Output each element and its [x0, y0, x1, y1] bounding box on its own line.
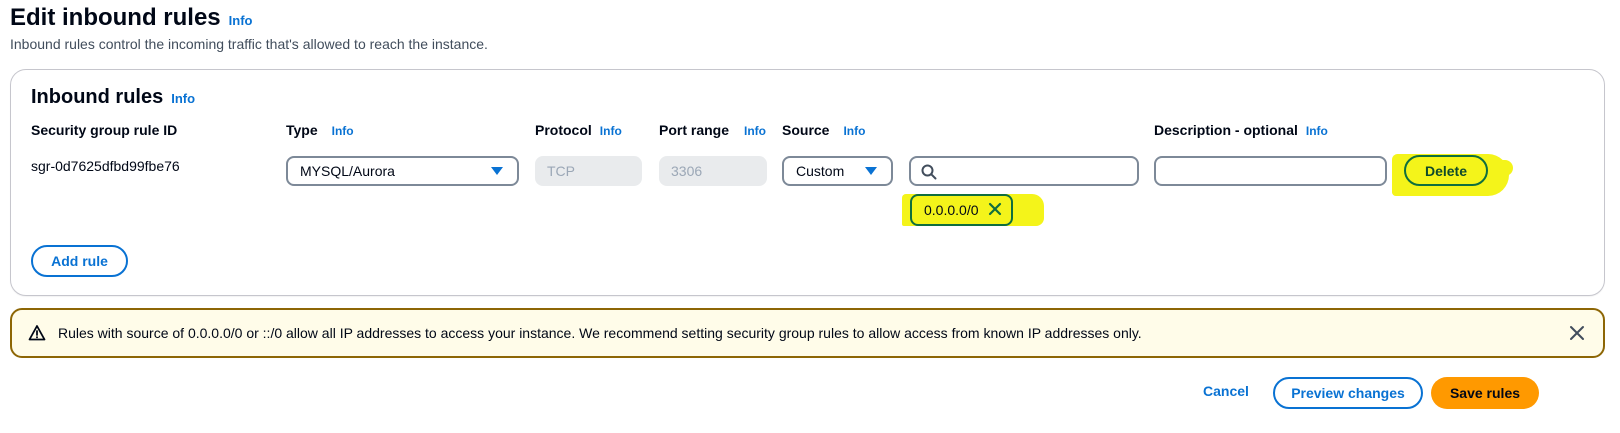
close-icon[interactable]: [987, 201, 1003, 217]
save-rules-button[interactable]: Save rules: [1431, 377, 1539, 409]
column-label: Source: [782, 122, 830, 138]
close-icon[interactable]: [1569, 325, 1585, 341]
column-header-description: Description - optional Info: [1154, 122, 1328, 138]
page-title-text: Edit inbound rules: [10, 4, 221, 31]
source-token-label: 0.0.0.0/0: [924, 202, 979, 218]
column-label: Port range: [659, 122, 730, 138]
source-type-select[interactable]: Custom: [782, 156, 893, 186]
protocol-field: TCP: [535, 156, 642, 186]
column-label: Protocol: [535, 122, 592, 138]
page-info-link[interactable]: Info: [229, 13, 253, 28]
column-label: Type: [286, 122, 318, 138]
cancel-button[interactable]: Cancel: [1203, 383, 1249, 399]
search-icon: [921, 164, 937, 180]
delete-rule-button[interactable]: Delete: [1404, 155, 1488, 186]
column-header-port-range: Port range Info: [659, 122, 766, 138]
port-range-value: 3306: [671, 163, 703, 179]
caret-down-icon: [865, 167, 877, 175]
column-header-type: Type Info: [286, 122, 354, 138]
column-label: Security group rule ID: [31, 122, 178, 138]
column-header-protocol: Protocol Info: [535, 122, 622, 138]
alert-text: Rules with source of 0.0.0.0/0 or ::/0 a…: [58, 325, 1142, 341]
column-header-source: Source Info: [782, 122, 865, 138]
warning-icon: [28, 325, 46, 341]
description-input[interactable]: [1154, 156, 1387, 186]
caret-down-icon: [491, 167, 503, 175]
page-title: Edit inbound rules Info: [10, 4, 252, 32]
save-rules-label: Save rules: [1449, 385, 1521, 401]
type-info-link[interactable]: Info: [332, 124, 354, 138]
type-select[interactable]: MYSQL/Aurora: [286, 156, 519, 186]
type-select-value: MYSQL/Aurora: [300, 163, 395, 179]
port-range-info-link[interactable]: Info: [744, 124, 766, 138]
delete-highlight-tail: [1491, 160, 1513, 176]
source-search-input[interactable]: [909, 156, 1139, 186]
container-title: Inbound rules Info: [31, 86, 195, 109]
source-token: 0.0.0.0/0: [910, 194, 1013, 226]
add-rule-label: Add rule: [51, 253, 108, 269]
inbound-rules-container: Inbound rules Info Security group rule I…: [10, 69, 1605, 296]
description-info-link[interactable]: Info: [1306, 124, 1328, 138]
column-label: Description - optional: [1154, 122, 1298, 138]
delete-label: Delete: [1424, 162, 1468, 179]
rule-id: sgr-0d7625dfbd99fbe76: [31, 158, 180, 174]
preview-changes-button[interactable]: Preview changes: [1273, 377, 1423, 409]
page-description: Inbound rules control the incoming traff…: [10, 36, 488, 52]
source-info-link[interactable]: Info: [843, 124, 865, 138]
preview-changes-label: Preview changes: [1291, 385, 1405, 401]
add-rule-button[interactable]: Add rule: [31, 245, 128, 277]
port-range-field: 3306: [659, 156, 767, 186]
source-type-value: Custom: [796, 163, 845, 179]
container-info-link[interactable]: Info: [171, 91, 195, 106]
protocol-value: TCP: [547, 163, 575, 179]
warning-alert: Rules with source of 0.0.0.0/0 or ::/0 a…: [10, 308, 1605, 358]
container-title-text: Inbound rules: [31, 86, 164, 108]
column-header-rule-id: Security group rule ID: [31, 122, 177, 138]
protocol-info-link[interactable]: Info: [600, 124, 622, 138]
